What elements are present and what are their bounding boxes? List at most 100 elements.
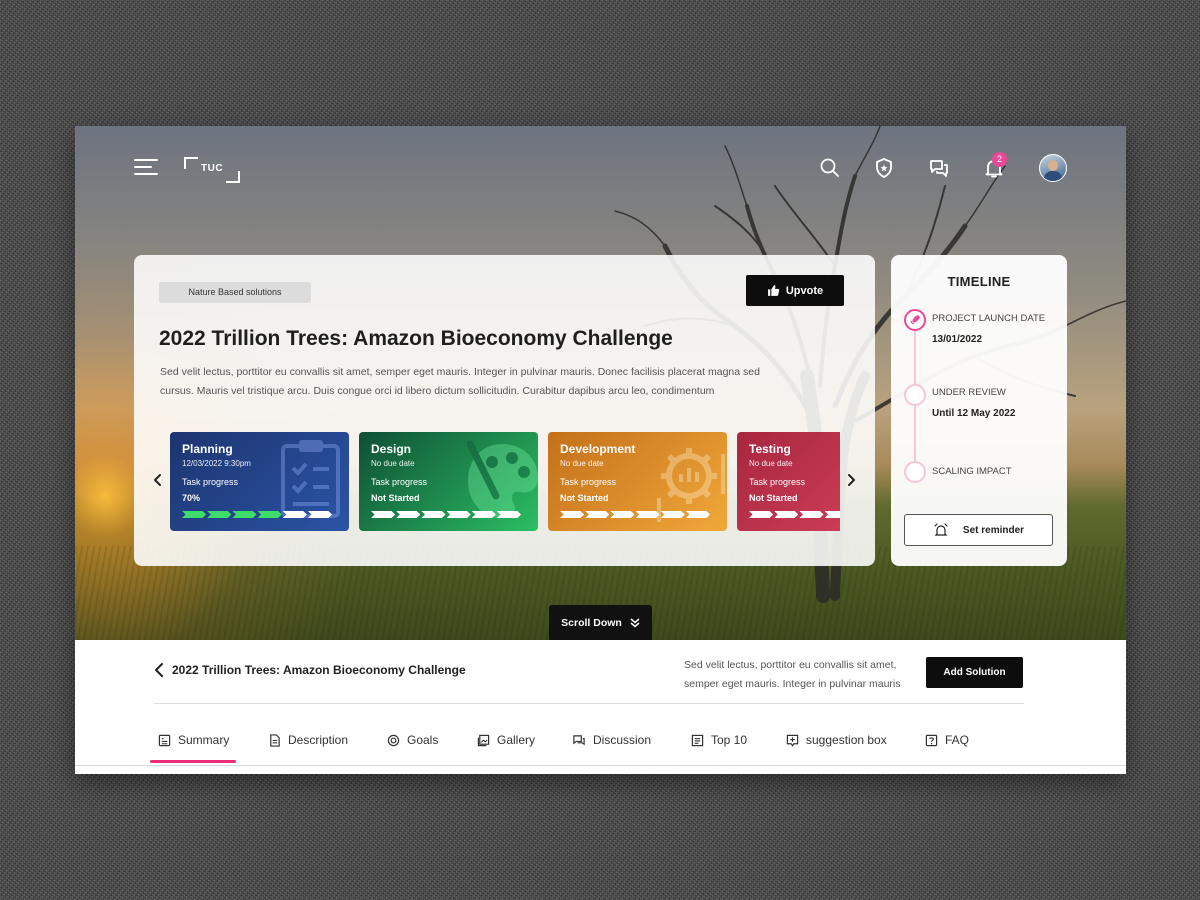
avatar[interactable] — [1039, 154, 1067, 182]
detail-description: Sed velit lectus, porttitor eu convallis… — [684, 659, 901, 690]
stage-status: Not Started — [749, 493, 798, 503]
tab-gallery[interactable]: Gallery — [477, 726, 535, 766]
stage-progress-bar — [560, 511, 711, 518]
alarm-icon — [934, 523, 948, 536]
shield-icon[interactable] — [872, 156, 896, 180]
challenge-card: Nature Based solutions Upvote 2022 Trill… — [134, 255, 875, 566]
tab-top-10[interactable]: Top 10 — [691, 726, 747, 766]
thumbs-up-icon — [767, 285, 780, 296]
progress-segment — [635, 511, 660, 518]
upvote-label: Upvote — [785, 284, 824, 297]
progress-segment — [660, 511, 685, 518]
double-chevron-down-icon — [630, 617, 640, 627]
progress-segment — [446, 511, 471, 518]
stage-name: Design — [371, 442, 412, 456]
app-window: TUC 2 Nature Based solutions Upvote 2022… — [75, 126, 1126, 774]
stage-status: 70% — [182, 493, 201, 503]
stage-name: Testing — [749, 442, 791, 456]
tab-label: Gallery — [497, 733, 536, 747]
chat-icon[interactable] — [927, 156, 951, 180]
document-icon — [270, 734, 280, 747]
target-icon — [387, 734, 400, 747]
progress-segment — [232, 511, 257, 518]
upvote-button[interactable]: Upvote — [746, 275, 844, 306]
tab-label: Goals — [407, 733, 439, 747]
tab-faq[interactable]: FAQ — [925, 726, 969, 766]
stage-progress-bar — [371, 511, 522, 518]
stage-progress-label: Task progress — [182, 477, 239, 487]
tab-description[interactable]: Description — [268, 726, 348, 766]
scroll-down-button[interactable]: Scroll Down — [549, 605, 652, 640]
divider — [154, 703, 1024, 704]
progress-segment — [685, 511, 711, 518]
set-reminder-button[interactable]: Set reminder — [904, 514, 1053, 546]
stage-date: No due date — [749, 459, 793, 468]
stage-progress-label: Task progress — [371, 477, 428, 487]
timeline-item-value: Until 12 May 2022 — [932, 408, 1016, 419]
progress-segment — [496, 511, 522, 518]
timeline-item-value: 13/01/2022 — [932, 334, 983, 345]
timeline-panel: TIMELINE PROJECT LAUNCH DATE 13/01/2022 … — [891, 255, 1067, 566]
stage-date: No due date — [560, 459, 604, 468]
timeline-title: TIMELINE — [947, 274, 1011, 289]
progress-segment — [749, 511, 774, 518]
progress-segment — [257, 511, 282, 518]
progress-segment — [799, 511, 824, 518]
logo-text: TUC — [201, 163, 224, 174]
progress-segment — [560, 511, 585, 518]
tab-bar: Summary Description Goals Gallery Discus… — [150, 726, 1030, 766]
stage-progress-bar — [749, 511, 840, 518]
stage-progress-label: Task progress — [560, 477, 617, 487]
stage-card-testing[interactable]: Testing No due date Task progress Not St… — [737, 432, 840, 531]
stage-progress-label: Task progress — [749, 477, 806, 487]
stage-progress-bar — [182, 511, 333, 518]
stage-name: Development — [560, 442, 636, 456]
tab-label: Discussion — [593, 733, 652, 747]
stage-card-design[interactable]: Design No due date Task progress Not Sta… — [359, 432, 538, 531]
chevron-left-icon — [155, 663, 163, 677]
logo[interactable]: TUC — [184, 157, 240, 183]
stage-status: Not Started — [560, 493, 609, 503]
menu-icon[interactable] — [134, 159, 158, 177]
stage-carousel: Planning 12/03/2022 9:30pm Task progress… — [170, 432, 840, 532]
progress-segment — [396, 511, 421, 518]
tab-label: FAQ — [945, 733, 970, 747]
back-button[interactable]: 2022 Trillion Trees: Amazon Bioeconomy C… — [154, 663, 466, 677]
tab-label: suggestion box — [806, 733, 887, 747]
summary-icon — [158, 734, 171, 747]
scroll-down-label: Scroll Down — [561, 616, 622, 629]
category-tag[interactable]: Nature Based solutions — [159, 282, 311, 303]
add-solution-button[interactable]: Add Solution — [926, 657, 1023, 688]
tab-bar-border — [75, 765, 1126, 766]
tab-goals[interactable]: Goals — [387, 726, 438, 766]
tab-label: Description — [288, 733, 349, 747]
stage-date: 12/03/2022 9:30pm — [182, 459, 251, 468]
progress-segment — [182, 511, 207, 518]
progress-segment — [207, 511, 232, 518]
tab-suggestion-box[interactable]: suggestion box — [786, 726, 887, 766]
search-icon[interactable] — [818, 156, 842, 180]
progress-segment — [824, 511, 840, 518]
notification-badge: 2 — [992, 152, 1007, 167]
chevron-left-icon[interactable] — [150, 472, 166, 488]
list-icon — [691, 734, 704, 747]
active-tab-indicator — [150, 760, 236, 763]
chevron-right-icon[interactable] — [843, 472, 859, 488]
tab-label: Top 10 — [711, 733, 748, 747]
progress-segment — [421, 511, 446, 518]
timeline-item-label: SCALING IMPACT — [932, 466, 1012, 477]
tab-discussion[interactable]: Discussion — [572, 726, 651, 766]
stage-date: No due date — [371, 459, 415, 468]
challenge-description: Sed velit lectus, porttitor eu convallis… — [160, 366, 760, 397]
gallery-icon — [477, 734, 490, 747]
tab-label: Summary — [178, 733, 230, 747]
set-reminder-label: Set reminder — [962, 524, 1025, 536]
stage-name: Planning — [182, 442, 233, 456]
progress-segment — [307, 511, 333, 518]
stage-card-development[interactable]: Development No due date Task progress No… — [548, 432, 727, 531]
detail-title: 2022 Trillion Trees: Amazon Bioeconomy C… — [172, 663, 466, 677]
progress-segment — [371, 511, 396, 518]
stage-status: Not Started — [371, 493, 420, 503]
progress-segment — [610, 511, 635, 518]
stage-card-planning[interactable]: Planning 12/03/2022 9:30pm Task progress… — [170, 432, 349, 531]
